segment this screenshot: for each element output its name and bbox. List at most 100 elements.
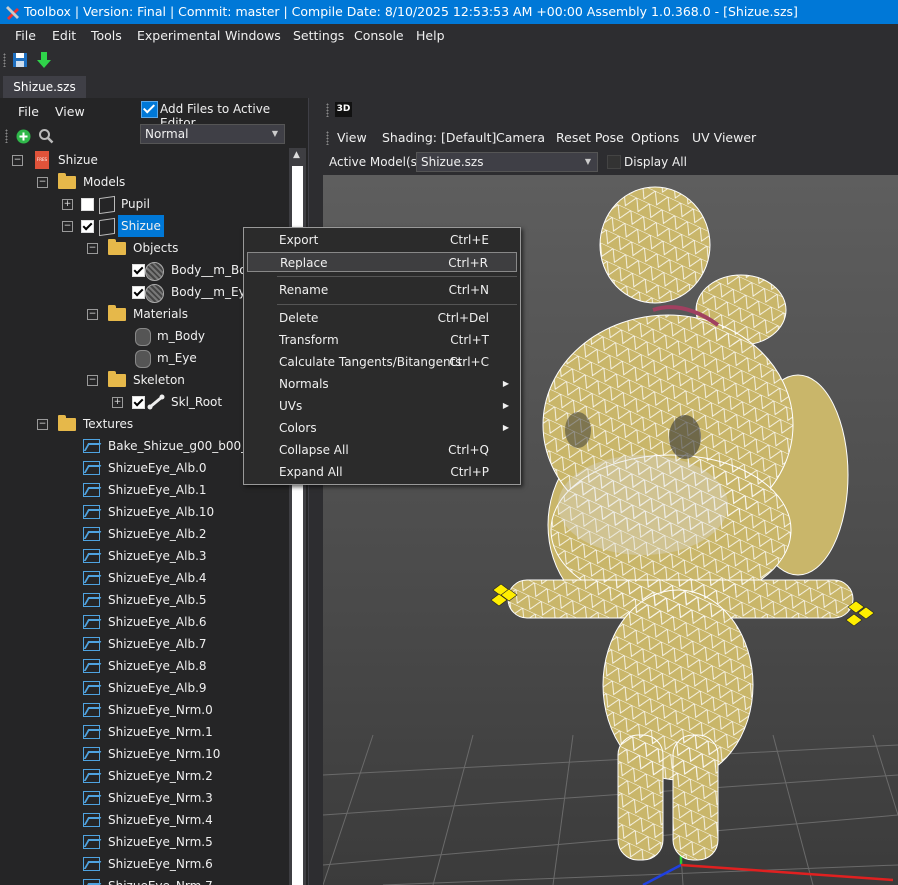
display-all-label: Display All — [624, 155, 687, 169]
viewer-menu-camera[interactable]: Camera — [496, 130, 545, 145]
menu-item-colors[interactable]: Colors ▶ — [247, 418, 517, 438]
expand-icon[interactable]: + — [62, 199, 73, 210]
tree-node-texture[interactable]: ShizueEye_Nrm.2 — [0, 765, 290, 787]
tree-node-texture[interactable]: ShizueEye_Alb.6 — [0, 611, 290, 633]
save-icon[interactable] — [12, 52, 28, 68]
add-icon[interactable] — [16, 129, 31, 144]
tree-node-texture[interactable]: ShizueEye_Alb.4 — [0, 567, 290, 589]
sphere-mesh-icon — [145, 284, 164, 303]
viewer-menu-uv-viewer[interactable]: UV Viewer — [692, 130, 756, 145]
tree-node-texture[interactable]: ShizueEye_Alb.5 — [0, 589, 290, 611]
tree-label-texture: ShizueEye_Alb.7 — [108, 637, 207, 651]
tree-node-texture[interactable]: ShizueEye_Alb.10 — [0, 501, 290, 523]
menu-settings[interactable]: Settings — [293, 28, 344, 43]
menu-item-normals[interactable]: Normals ▶ — [247, 374, 517, 394]
display-all-checkbox[interactable] — [607, 155, 621, 169]
visibility-checkbox-shizue[interactable] — [81, 220, 94, 233]
scroll-up-icon[interactable]: ▲ — [293, 150, 300, 160]
viewer-grip[interactable] — [326, 103, 329, 117]
expand-icon[interactable]: + — [112, 397, 123, 408]
tree-node-texture[interactable]: ShizueEye_Nrm.7 — [0, 875, 290, 885]
collapse-icon[interactable]: − — [87, 243, 98, 254]
tree-node-texture[interactable]: ShizueEye_Alb.7 — [0, 633, 290, 655]
menu-edit[interactable]: Edit — [52, 28, 76, 43]
tree-node-texture[interactable]: ShizueEye_Nrm.3 — [0, 787, 290, 809]
tree-node-models[interactable]: − Models — [0, 171, 290, 193]
image-icon — [83, 549, 100, 563]
filter-select[interactable]: Normal ▼ — [140, 124, 285, 144]
tree-node-pupil[interactable]: + Pupil — [0, 193, 290, 215]
image-icon — [83, 703, 100, 717]
collapse-icon[interactable]: − — [87, 309, 98, 320]
menu-item-uvs[interactable]: UVs ▶ — [247, 396, 517, 416]
tree-node-texture[interactable]: ShizueEye_Alb.3 — [0, 545, 290, 567]
menu-console[interactable]: Console — [354, 28, 404, 43]
viewer-menu-options[interactable]: Options — [631, 130, 679, 145]
visibility-checkbox-bone[interactable] — [132, 396, 145, 409]
collapse-icon[interactable]: − — [37, 177, 48, 188]
sphere-mesh-icon — [145, 262, 164, 281]
tree-node-texture[interactable]: ShizueEye_Alb.2 — [0, 523, 290, 545]
menu-item-rename[interactable]: Rename Ctrl+N — [247, 280, 517, 300]
tab-shizue-szs[interactable]: Shizue.szs — [3, 76, 86, 98]
collapse-icon[interactable]: − — [12, 155, 23, 166]
visibility-checkbox-object[interactable] — [132, 264, 145, 277]
add-files-checkbox[interactable] — [141, 101, 158, 118]
viewer-menu-reset-pose[interactable]: Reset Pose — [556, 130, 624, 145]
tree-node-texture[interactable]: ShizueEye_Alb.8 — [0, 655, 290, 677]
menu-item-calculate-tangents[interactable]: Calculate Tangents/Bitangents Ctrl+C — [247, 352, 517, 372]
menu-experimental[interactable]: Experimental — [137, 28, 220, 43]
tree-node-texture[interactable]: ShizueEye_Nrm.1 — [0, 721, 290, 743]
panel-splitter[interactable] — [308, 98, 323, 885]
tree-node-texture[interactable]: ShizueEye_Alb.9 — [0, 677, 290, 699]
material-icon — [135, 350, 151, 368]
menu-file[interactable]: File — [15, 28, 36, 43]
toolbar-grip[interactable] — [3, 53, 6, 67]
viewer-menu-shading[interactable]: Shading: [Default] — [382, 130, 496, 145]
collapse-icon[interactable]: − — [37, 419, 48, 430]
menu-tools[interactable]: Tools — [91, 28, 122, 43]
3d-tab-label: 3D — [336, 104, 351, 114]
menu-item-expand-all[interactable]: Expand All Ctrl+P — [247, 462, 517, 482]
submenu-arrow-icon: ▶ — [502, 401, 509, 410]
collapse-icon[interactable]: − — [62, 221, 73, 232]
tree-node-texture[interactable]: ShizueEye_Nrm.4 — [0, 809, 290, 831]
search-icon[interactable] — [38, 128, 54, 144]
visibility-checkbox-object[interactable] — [132, 286, 145, 299]
tree-label-texture: ShizueEye_Alb.9 — [108, 681, 207, 695]
download-arrow-icon[interactable] — [36, 51, 52, 69]
tree-node-texture[interactable]: ShizueEye_Nrm.10 — [0, 743, 290, 765]
collapse-icon[interactable]: − — [87, 375, 98, 386]
tree-label-texture: ShizueEye_Nrm.1 — [108, 725, 213, 739]
viewer-menu-grip[interactable] — [326, 131, 329, 145]
folder-icon — [58, 173, 76, 189]
viewer-menu-view[interactable]: View — [337, 130, 367, 145]
tree-node-texture[interactable]: ShizueEye_Nrm.5 — [0, 831, 290, 853]
cube-icon — [99, 217, 115, 237]
tree-label-pupil: Pupil — [121, 197, 150, 211]
submenu-arrow-icon: ▶ — [502, 423, 509, 432]
menu-item-collapse-all[interactable]: Collapse All Ctrl+Q — [247, 440, 517, 460]
explorer-toolbar-grip[interactable] — [5, 129, 8, 143]
menu-item-export[interactable]: Export Ctrl+E — [247, 230, 517, 250]
menu-windows[interactable]: Windows — [225, 28, 281, 43]
tree-label-object: Body__m_Eye — [171, 285, 254, 299]
menu-item-replace[interactable]: Replace Ctrl+R — [247, 252, 517, 272]
3d-tab-icon[interactable]: 3D — [335, 102, 352, 117]
tree-label-root: Shizue — [58, 153, 98, 167]
tree-label-texture: ShizueEye_Alb.4 — [108, 571, 207, 585]
tree-node-root[interactable]: − FRES Shizue — [0, 149, 290, 171]
active-model-select[interactable]: Shizue.szs ▼ — [416, 152, 598, 172]
explorer-menu-view[interactable]: View — [55, 104, 85, 119]
visibility-checkbox-pupil[interactable] — [81, 198, 94, 211]
tree-label-texture: ShizueEye_Nrm.4 — [108, 813, 213, 827]
menu-help[interactable]: Help — [416, 28, 445, 43]
menu-item-delete[interactable]: Delete Ctrl+Del — [247, 308, 517, 328]
tree-node-texture[interactable]: ShizueEye_Nrm.0 — [0, 699, 290, 721]
tree-label-material: m_Eye — [157, 351, 197, 365]
tree-label-textures: Textures — [83, 417, 134, 431]
explorer-menu-file[interactable]: File — [18, 104, 39, 119]
image-icon — [83, 879, 100, 885]
tree-node-texture[interactable]: ShizueEye_Nrm.6 — [0, 853, 290, 875]
menu-item-transform[interactable]: Transform Ctrl+T — [247, 330, 517, 350]
